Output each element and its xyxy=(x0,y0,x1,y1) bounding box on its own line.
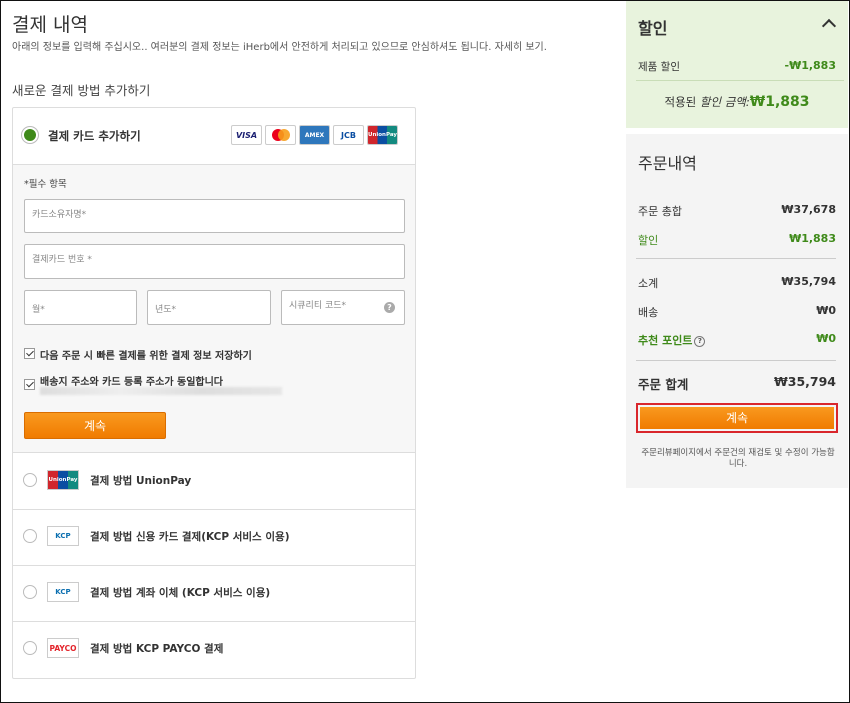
method-label: 결제 방법 신용 카드 결제(KCP 서비스 이용) xyxy=(90,531,290,543)
shipping-label: 배송 xyxy=(638,306,659,319)
applied-prefix: 적용된 xyxy=(664,95,697,109)
divider xyxy=(636,80,844,81)
order-note: 주문리뷰페이지에서 주문건의 재검토 및 수정이 가능합니다. xyxy=(641,448,835,470)
unionpay-logo-icon: UnionPay xyxy=(367,125,398,145)
order-continue-label: 계속 xyxy=(640,407,834,429)
visa-logo-icon: VISA xyxy=(231,125,262,145)
section-subtitle: 새로운 결제 방법 추가하기 xyxy=(12,83,151,98)
save-payment-checkbox[interactable] xyxy=(24,348,35,359)
method-kcp-transfer[interactable]: KCP 결제 방법 계좌 이체 (KCP 서비스 이용) xyxy=(13,565,415,622)
unionpay-logo-icon: UnionPay xyxy=(47,470,79,490)
amex-logo-icon: AMEX xyxy=(299,125,330,145)
applied-discount: 적용된 할인 금액:₩1,883 xyxy=(626,94,848,110)
subtotal-label: 주문 총합 xyxy=(638,205,682,218)
card-option-label: 결제 카드 추가하기 xyxy=(48,129,141,143)
card-holder-placeholder: 카드소유자명* xyxy=(32,210,87,220)
kcp-logo-icon: KCP xyxy=(47,582,79,602)
jcb-logo-icon: JCB xyxy=(333,125,364,145)
help-icon[interactable]: ? xyxy=(384,302,395,313)
radio-unselected-icon[interactable] xyxy=(23,641,37,655)
payco-logo-icon: PAYCO xyxy=(47,638,79,658)
expiry-month-input[interactable]: 월* xyxy=(24,290,137,325)
discount-panel: 할인 제품 할인 -₩1,883 적용된 할인 금액:₩1,883 xyxy=(626,1,848,128)
method-kcp-card[interactable]: KCP 결제 방법 신용 카드 결제(KCP 서비스 이용) xyxy=(13,509,415,566)
method-payco[interactable]: PAYCO 결제 방법 KCP PAYCO 결제 xyxy=(13,621,415,677)
radio-selected-icon[interactable] xyxy=(24,129,36,141)
card-logos: VISA AMEX JCB UnionPay xyxy=(231,125,398,145)
order-continue-button[interactable]: 계속 xyxy=(636,403,838,433)
save-payment-label: 다음 주문 시 빠른 결제를 위한 결제 정보 저장하기 xyxy=(40,351,252,362)
sum-value: ₩35,794 xyxy=(781,275,836,288)
page-title: 결제 내역 xyxy=(12,14,88,36)
method-label: 결제 방법 UnionPay xyxy=(90,475,192,487)
divider xyxy=(636,360,836,361)
card-form: *필수 항목 카드소유자명* 결제카드 번호 * 월* 년도* 시큐리티 코드*… xyxy=(13,165,415,453)
order-summary: 주문내역 주문 총합 ₩37,678 할인 ₩1,883 소계 ₩35,794 … xyxy=(626,134,848,488)
product-discount-value: -₩1,883 xyxy=(784,59,837,72)
required-note: *필수 항목 xyxy=(24,179,67,190)
expiry-year-input[interactable]: 년도* xyxy=(147,290,271,325)
applied-label: 할인 금액: xyxy=(699,95,750,109)
sum-label: 소계 xyxy=(638,277,659,290)
method-unionpay[interactable]: UnionPay 결제 방법 UnionPay xyxy=(13,453,415,510)
total-value: ₩35,794 xyxy=(773,374,836,389)
card-number-input[interactable]: 결제카드 번호 * xyxy=(24,244,405,279)
order-title: 주문내역 xyxy=(638,154,697,173)
redacted-address xyxy=(40,387,282,395)
method-label: 결제 방법 KCP PAYCO 결제 xyxy=(90,643,224,655)
points-value: ₩0 xyxy=(816,332,836,345)
security-code-placeholder: 시큐리티 코드* xyxy=(289,301,347,311)
method-label: 결제 방법 계좌 이체 (KCP 서비스 이용) xyxy=(90,587,271,599)
divider xyxy=(636,258,836,259)
discount-title: 할인 xyxy=(638,19,668,38)
radio-unselected-icon[interactable] xyxy=(23,529,37,543)
card-holder-input[interactable]: 카드소유자명* xyxy=(24,199,405,233)
total-label: 주문 합계 xyxy=(638,377,689,392)
payment-panel: 결제 카드 추가하기 VISA AMEX JCB UnionPay *필수 항목… xyxy=(12,107,416,679)
page-description: 아래의 정보를 입력해 주십시오.. 여러분의 결제 정보는 iHerb에서 안… xyxy=(12,42,547,53)
card-number-placeholder: 결제카드 번호 * xyxy=(32,255,92,265)
radio-unselected-icon[interactable] xyxy=(23,585,37,599)
radio-unselected-icon[interactable] xyxy=(23,473,37,487)
chevron-up-icon[interactable] xyxy=(821,18,837,34)
product-discount-label: 제품 할인 xyxy=(638,61,680,73)
applied-value: ₩1,883 xyxy=(749,94,810,110)
expiry-month-placeholder: 월* xyxy=(32,305,45,315)
same-address-label: 배송지 주소와 카드 등록 주소가 동일합니다 xyxy=(40,377,224,388)
kcp-logo-icon: KCP xyxy=(47,526,79,546)
security-code-input[interactable]: 시큐리티 코드* ? xyxy=(281,290,405,325)
help-icon[interactable]: ? xyxy=(694,336,706,347)
discount-value: ₩1,883 xyxy=(789,232,836,245)
mastercard-logo-icon xyxy=(265,125,296,145)
same-address-checkbox[interactable] xyxy=(24,379,35,390)
points-row: 추천 포인트? xyxy=(638,332,706,348)
discount-label: 할인 xyxy=(638,234,659,247)
points-label: 추천 포인트 xyxy=(638,334,693,347)
subtotal-value: ₩37,678 xyxy=(781,203,836,216)
card-continue-button[interactable]: 계속 xyxy=(24,412,166,439)
shipping-value: ₩0 xyxy=(816,304,836,317)
card-option[interactable]: 결제 카드 추가하기 VISA AMEX JCB UnionPay xyxy=(13,108,415,165)
expiry-year-placeholder: 년도* xyxy=(155,305,177,315)
